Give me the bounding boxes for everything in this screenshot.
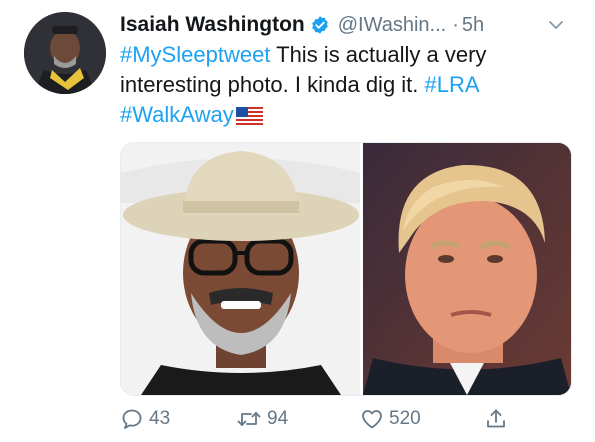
tweet-header: Isaiah Washington @IWashin... · 5h [120,11,580,39]
author-name[interactable]: Isaiah Washington [120,13,305,37]
like-count: 520 [389,408,421,429]
tweet-timestamp[interactable]: 5h [462,14,484,37]
reply-button[interactable]: 43 [120,407,170,431]
tweet-media[interactable] [120,142,572,396]
tweet-text: #MySleeptweet This is actually a very in… [120,40,575,130]
chevron-down-icon[interactable] [546,15,566,35]
separator-dot: · [452,13,459,36]
share-button[interactable] [484,407,508,431]
verified-badge-icon [310,15,330,35]
like-icon [362,410,382,429]
hashtag-walkaway[interactable]: #WalkAway [120,102,234,127]
author-handle[interactable]: @IWashin... [338,14,446,37]
photo-left[interactable] [121,143,360,395]
retweet-button[interactable]: 94 [236,407,288,431]
reply-icon [122,409,142,429]
photo-right[interactable] [363,143,571,395]
reply-count: 43 [149,408,171,429]
share-icon [487,409,505,428]
portrait-hat-man [121,143,360,395]
tweet-actions: 43 94 520 [120,402,590,436]
portrait-blond-man [363,143,571,395]
retweet-count: 94 [267,408,289,429]
avatar[interactable] [24,12,106,94]
hashtag-mysleeptweet[interactable]: #MySleeptweet [120,42,270,67]
retweet-icon [237,412,261,426]
like-button[interactable]: 520 [360,407,421,431]
hashtag-lra[interactable]: #LRA [425,72,479,97]
us-flag-emoji [235,107,263,126]
avatar-image [24,12,106,94]
